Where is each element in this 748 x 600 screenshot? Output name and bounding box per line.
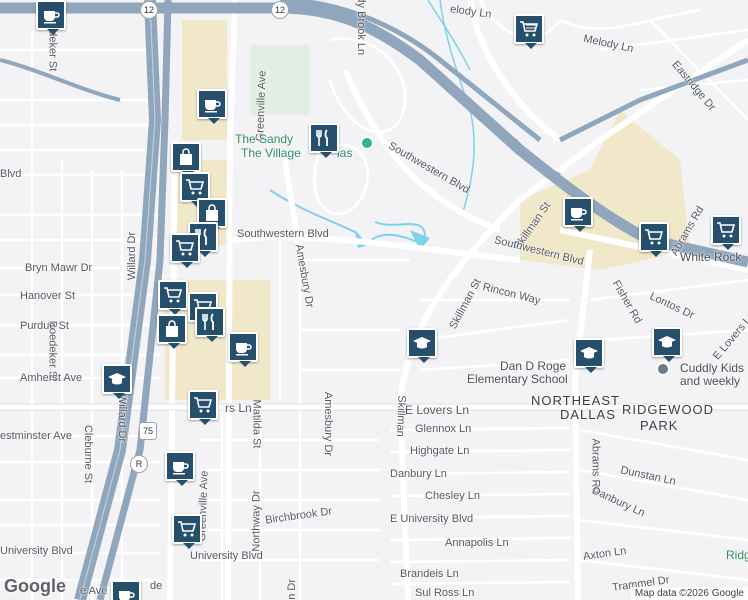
area-label: DALLAS [560, 407, 616, 422]
restaurant-icon[interactable] [195, 307, 225, 342]
shopping-cart-icon[interactable] [188, 390, 218, 425]
restaurant-icon[interactable] [309, 123, 339, 158]
coffee-icon[interactable] [563, 197, 593, 232]
school-icon[interactable] [652, 327, 682, 362]
coffee-icon[interactable] [228, 332, 258, 367]
area-label: RIDGEWOOD [622, 402, 715, 417]
school-icon[interactable] [574, 338, 604, 373]
hwy-12-shield: 12 [271, 1, 289, 19]
place-label[interactable]: The Sandy [235, 132, 293, 146]
street-label: Amherst Ave [20, 372, 83, 384]
map-canvas[interactable]: 12 12 75 R elody Ln Melody Ln Eastridge … [0, 0, 748, 600]
street-label: Southwestern Blvd [237, 228, 329, 240]
school-icon[interactable] [102, 364, 132, 399]
street-label: Brandeis Ln [400, 568, 459, 580]
street-label: Jason Dr [286, 579, 298, 600]
street-label: rs Ln [225, 401, 252, 415]
street-label: estminster Ave [0, 430, 72, 442]
shopping-bag-icon[interactable] [171, 142, 201, 177]
street-label: Greenville Ave [254, 70, 269, 142]
place-label[interactable]: las [337, 146, 352, 160]
map-attribution[interactable]: Map data ©2026 Google [630, 587, 748, 600]
street-label: E University Blvd [390, 513, 474, 525]
shopping-cart-icon[interactable] [639, 222, 669, 257]
street-label: Blvd [0, 168, 22, 180]
shopping-cart-icon[interactable] [711, 215, 741, 250]
rail-station-icon: R [130, 455, 148, 473]
shopping-cart-icon[interactable] [170, 233, 200, 268]
street-label: Shady Brook Ln [355, 0, 368, 56]
street-label: Cleburne St [82, 424, 95, 484]
shopping-cart-icon[interactable] [158, 280, 188, 315]
coffee-icon[interactable] [111, 580, 141, 600]
shopping-bag-icon[interactable] [157, 314, 187, 349]
street-label: e Ave [80, 585, 108, 597]
street-label: University Blvd [0, 545, 73, 557]
place-label[interactable]: Dan D Roge [500, 359, 566, 373]
shopping-cart-icon[interactable] [172, 514, 202, 549]
coffee-icon[interactable] [197, 89, 227, 124]
street-label: Willard Dr [126, 231, 139, 281]
coffee-icon[interactable] [36, 0, 66, 35]
street-label: Chesley Ln [425, 490, 481, 502]
school-icon[interactable] [407, 328, 437, 363]
google-logo: Google [4, 576, 66, 596]
street-label: Purdue St [20, 320, 69, 332]
street-label: Glennox Ln [415, 423, 472, 435]
area-label: PARK [640, 418, 679, 433]
place-label[interactable]: Cuddly Kids [680, 361, 744, 375]
place-label[interactable]: Ridg [726, 548, 748, 562]
commercial-area [182, 20, 227, 140]
street-label: University Blvd [190, 550, 263, 562]
street-label: Bryn Mawr Dr [25, 262, 93, 274]
place-marker-icon[interactable] [360, 136, 374, 150]
street-label: de [150, 580, 163, 592]
place-label[interactable]: Elementary School [467, 372, 568, 386]
street-label: Annapolis Ln [445, 537, 509, 549]
street-label: Danbury Ln [390, 468, 447, 480]
area-label: NORTHEAST [531, 393, 620, 408]
street-label: Matilda St [250, 399, 263, 449]
shopping-cart-icon[interactable] [514, 14, 544, 49]
place-label[interactable]: White Rock [680, 250, 741, 264]
street-label: Willard Dr [116, 393, 129, 443]
coffee-icon[interactable] [165, 451, 195, 486]
street-label: Hanover St [20, 290, 76, 302]
hwy-12-shield: 12 [140, 1, 158, 19]
us-75-shield: 75 [139, 422, 157, 440]
street-label: E Lovers Ln [405, 403, 470, 417]
street-label: Northway Dr [250, 490, 263, 552]
street-label: Highgate Ln [410, 445, 470, 457]
street-label: Sul Ross Ln [415, 587, 475, 599]
place-marker-icon[interactable] [656, 362, 670, 376]
street-label: Amesbury Dr [322, 391, 335, 457]
place-label[interactable]: and weekly [680, 374, 740, 388]
place-label[interactable]: The Village [241, 146, 301, 160]
